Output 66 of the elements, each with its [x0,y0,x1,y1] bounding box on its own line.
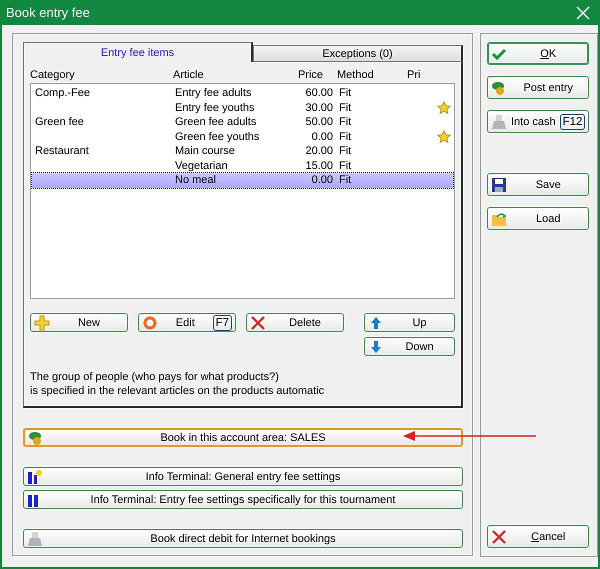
table-cell-text: Main course [175,145,236,158]
move-button[interactable]: Up [364,313,455,332]
table-cell-text: Entry fee adults [175,87,252,100]
list-button[interactable]: Delete [246,313,344,332]
cross-icon [491,528,507,544]
side-button[interactable]: OK [487,42,590,65]
table-cell-text: Green fee [34,116,85,128]
tab[interactable]: Entry fee items [23,42,253,62]
table-cell-text: 50.00 [304,116,334,128]
table-cell-text: Fit [339,87,352,100]
ring-icon [142,314,158,330]
table-cell-text: 0.00 [310,130,334,143]
table-cell-text: Entry fee youths [175,102,256,114]
side-button[interactable]: Post entry [487,76,590,99]
action-button[interactable]: Info Terminal: Entry fee settings specifically for this tournament [23,490,463,509]
down-arrow-icon [368,338,384,354]
cancel-button[interactable]: Cancel [487,525,590,548]
tab[interactable]: Exceptions (0) [253,45,463,62]
table-cell-text: Fit [339,174,352,186]
table-cell-text: Fit [339,130,352,143]
info-note: The group of people (who pays for what products?) is specified in the relevant articles on the products automatic [30,370,326,398]
column-header: Pri [407,68,422,80]
column-header: Article [173,68,205,80]
table-row[interactable]: Restaurant Main course 20.00 Fit [32,144,453,158]
column-header: Category [30,68,76,80]
table-row[interactable]: Comp.-Fee Entry fee adults 60.00 Fit [32,86,453,100]
table-cell-text: Restaurant [34,145,90,158]
table-row[interactable]: Green fee Green fee adults 50.00 Fit [32,115,453,130]
action-button[interactable]: Book direct debit for Internet bookings [23,529,463,548]
table-cell-text: 0.00 [310,174,334,186]
list-button[interactable]: New [30,313,128,332]
table-cell-text: 20.00 [304,145,334,158]
info-terminal-icon [27,468,43,484]
table-row[interactable]: No meal 0.00 Fit [32,173,453,188]
close-icon[interactable] [576,6,590,20]
cross-icon [250,314,266,330]
action-button[interactable]: Info Terminal: General entry fee settings [23,467,463,486]
move-button[interactable]: Down [364,337,455,356]
up-arrow-icon [368,314,384,330]
table-row[interactable]: Green fee youths 0.00 Fit [32,130,453,144]
list-button[interactable]: Edit F7 [138,313,236,332]
table-cell-text: No meal [175,174,217,186]
table-cell-text: Fit [339,102,352,114]
table-row[interactable]: Vegetarian 15.00 Fit [32,158,453,173]
table-row[interactable]: Entry fee youths 30.00 Fit [32,100,453,115]
table-cell-text: 30.00 [304,102,334,114]
table-cell-text: Fit [339,145,352,158]
table-cell-text: 15.00 [304,160,334,172]
column-header: Price [296,68,324,80]
table-cell-text: 60.00 [304,87,334,100]
side-button[interactable]: Into cash F12 [487,110,590,133]
table-cell-text: Vegetarian [175,160,229,172]
side-button[interactable]: Load [487,207,590,230]
shortcut-key: F12 [560,114,586,130]
table-cell-text: Fit [339,160,352,172]
folder-icon [491,210,507,226]
side-button[interactable]: Save [487,173,590,196]
plus-icon [34,314,50,330]
window-title: Book entry fee [6,5,90,20]
table-cell-text: Fit [339,116,352,128]
action-button[interactable]: Book in this account area: SALES [23,428,463,447]
table-cell-text: Comp.-Fee [34,87,92,100]
column-header: Method [337,68,375,80]
table-cell-text: Green fee adults [175,116,258,128]
table-cell-text: Green fee youths [175,130,260,143]
shortcut-key: F7 [212,314,232,330]
